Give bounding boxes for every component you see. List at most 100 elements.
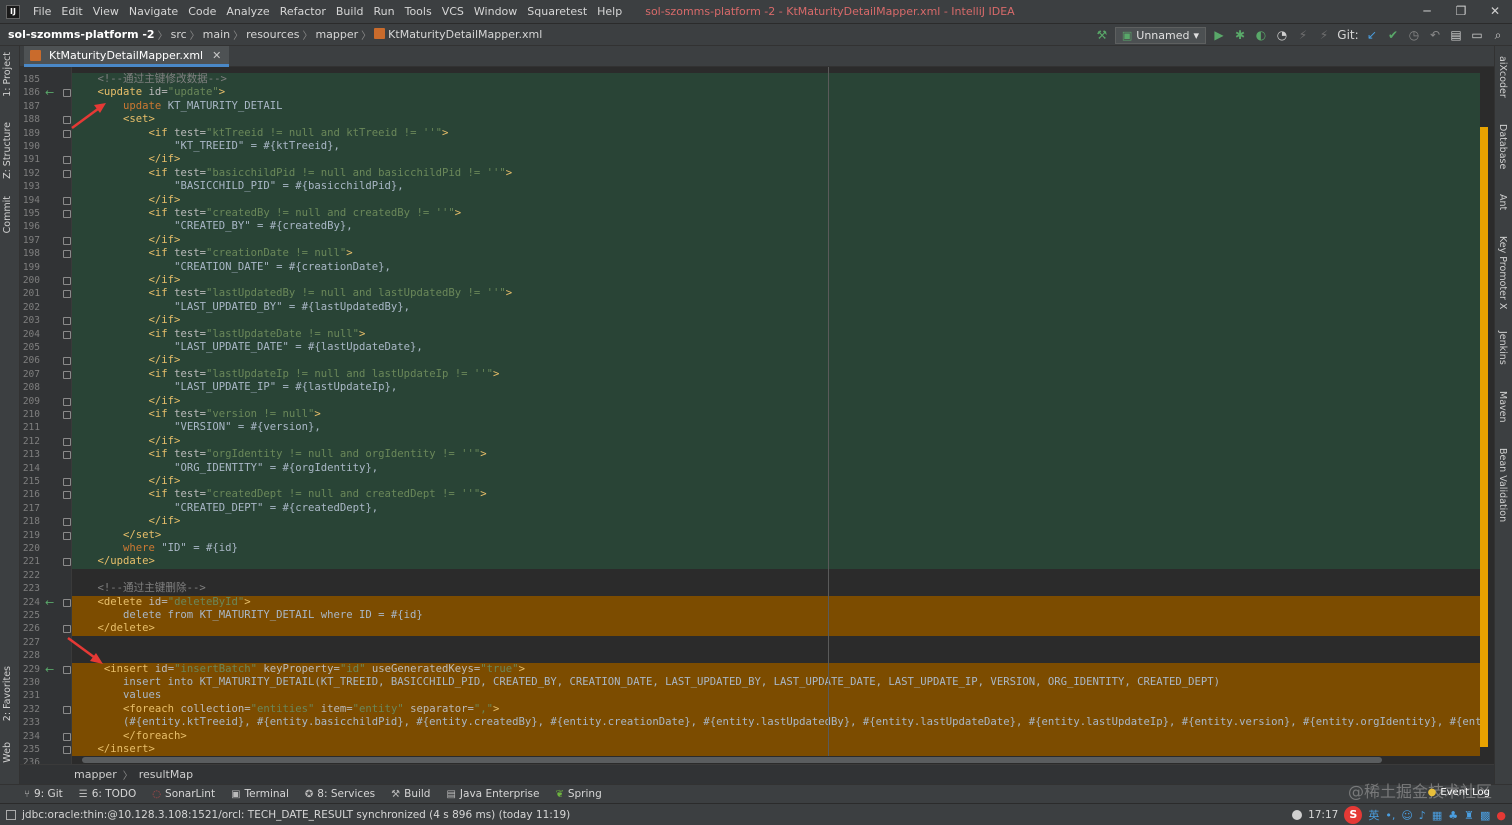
breadcrumb-main[interactable]: main (200, 28, 233, 41)
microphone-icon[interactable]: ♪ (1419, 809, 1426, 822)
keyboard-icon[interactable]: ▦ (1432, 809, 1442, 822)
menu-refactor[interactable]: Refactor (275, 5, 331, 18)
close-tab-icon[interactable]: ✕ (212, 49, 221, 62)
code-line[interactable]: "LAST_UPDATED_BY" = #{lastUpdatedBy}, (72, 300, 1480, 315)
project-tool-tab[interactable]: 1: Project (2, 52, 13, 97)
menu-code[interactable]: Code (183, 5, 221, 18)
fold-marker-icon[interactable] (63, 116, 71, 125)
code-line[interactable]: </insert> (72, 743, 1480, 757)
code-line[interactable]: </foreach> (72, 729, 1480, 743)
code-line[interactable]: <set> (72, 113, 1480, 127)
gutter-navigate-arrow-icon[interactable]: ← (45, 596, 54, 609)
code-line[interactable]: <if test="lastUpdateIp != null and lastU… (72, 367, 1480, 382)
spring-tool-button[interactable]: ❦ Spring (555, 788, 601, 800)
code-line[interactable]: <insert id="insertBatch" keyProperty="id… (72, 662, 1480, 676)
maximize-button[interactable]: ❐ (1444, 0, 1478, 24)
ime-clothes-icon[interactable]: ♜ (1464, 809, 1474, 822)
breadcrumb-project[interactable]: sol-szomms-platform -2 (0, 28, 158, 41)
code-line[interactable]: <if test="creationDate != null"> (72, 247, 1480, 261)
code-line[interactable]: <!--通过主键修改数据--> (72, 73, 1480, 87)
fold-marker-icon[interactable] (63, 491, 71, 500)
fold-marker-icon[interactable] (63, 129, 71, 138)
fold-marker-icon[interactable] (63, 236, 71, 245)
menu-squaretest[interactable]: Squaretest (522, 5, 592, 18)
fold-marker-icon[interactable] (63, 437, 71, 446)
editor-tab[interactable]: KtMaturityDetailMapper.xml ✕ (24, 46, 230, 67)
fold-marker-icon[interactable] (63, 317, 71, 326)
todo-tool-button[interactable]: ☰ 6: TODO (79, 788, 137, 800)
fold-marker-icon[interactable] (63, 598, 71, 607)
fold-marker-icon[interactable] (63, 665, 71, 674)
fold-marker-icon[interactable] (63, 746, 71, 754)
menu-edit[interactable]: Edit (56, 5, 87, 18)
web-tool-tab[interactable]: Web (2, 742, 13, 763)
code-line[interactable]: </set> (72, 528, 1480, 542)
code-line[interactable]: <if test="ktTreeid != null and ktTreeid … (72, 126, 1480, 140)
code-line[interactable] (72, 569, 1480, 582)
code-line[interactable]: </if> (72, 193, 1480, 207)
run-icon[interactable]: ▶ (1211, 27, 1227, 43)
code-line[interactable]: "VERSION" = #{version}, (72, 421, 1480, 435)
editor-breadcrumb-mapper[interactable]: mapper (74, 768, 117, 781)
vertical-scrollbar[interactable] (1480, 67, 1488, 764)
bean-validation-tool-tab[interactable]: Bean Validation (1497, 448, 1508, 522)
fold-marker-icon[interactable] (63, 89, 71, 98)
fold-marker-icon[interactable] (63, 156, 71, 165)
fold-marker-icon[interactable] (63, 478, 71, 486)
history-icon[interactable]: ◷ (1406, 27, 1422, 43)
build-hammer-icon[interactable]: ⚒ (1094, 27, 1110, 43)
rollback-icon[interactable]: ↶ (1427, 27, 1443, 43)
code-line[interactable]: <if test="orgIdentity != null and orgIde… (72, 448, 1480, 462)
code-line[interactable]: </if> (72, 233, 1480, 248)
debug-icon[interactable]: ✱ (1232, 27, 1248, 43)
run-configuration-select[interactable]: ▣ Unnamed ▾ (1114, 26, 1206, 44)
code-line[interactable]: "CREATED_DEPT" = #{createdDept}, (72, 501, 1480, 516)
gutter-navigate-arrow-icon[interactable]: ← (45, 86, 54, 99)
fold-marker-icon[interactable] (63, 625, 71, 634)
event-log-button[interactable]: ● Event Log (1428, 787, 1490, 798)
code-line[interactable]: </if> (72, 354, 1480, 368)
code-line[interactable]: <update id="update"> (72, 86, 1480, 100)
menu-vcs[interactable]: VCS (437, 5, 469, 18)
menu-analyze[interactable]: Analyze (221, 5, 274, 18)
ime-punctuation-icon[interactable]: •, (1385, 809, 1395, 822)
menu-window[interactable]: Window (469, 5, 522, 18)
ime-tools-icon[interactable]: ▩ (1480, 809, 1490, 822)
fold-marker-icon[interactable] (63, 397, 71, 406)
fold-marker-icon[interactable] (63, 705, 71, 714)
smiley-icon[interactable]: ☺ (1401, 809, 1412, 822)
code-line[interactable]: "LAST_UPDATE_DATE" = #{lastUpdateDate}, (72, 341, 1480, 355)
code-editor[interactable]: 185 186 ← 187 188 189 190 191 192 193 194 195 196 197… (20, 67, 1494, 764)
terminal-tool-button[interactable]: ▣ Terminal (231, 788, 289, 800)
code-line[interactable]: <if test="lastUpdatedBy != null and last… (72, 287, 1480, 301)
menu-run[interactable]: Run (369, 5, 400, 18)
ime-skin-icon[interactable]: ♣ (1448, 809, 1458, 822)
ant-tool-tab[interactable]: Ant (1497, 194, 1508, 210)
fold-marker-icon[interactable] (63, 531, 71, 540)
gutter-navigate-arrow-icon[interactable]: ← (45, 663, 54, 676)
code-line[interactable]: <if test="version != null"> (72, 408, 1480, 422)
code-line[interactable]: </delete> (72, 622, 1480, 636)
fold-marker-icon[interactable] (63, 411, 71, 419)
fold-marker-icon[interactable] (63, 330, 71, 339)
fold-marker-icon[interactable] (63, 370, 71, 379)
services-tool-button[interactable]: ✪ 8: Services (305, 788, 375, 800)
java-enterprise-tool-button[interactable]: ▤ Java Enterprise (446, 788, 539, 800)
code-line[interactable]: </if> (72, 434, 1480, 449)
project-structure-icon[interactable]: ▤ (1448, 27, 1464, 43)
menu-build[interactable]: Build (331, 5, 369, 18)
code-line[interactable]: "BASICCHILD_PID" = #{basicchildPid}, (72, 180, 1480, 194)
code-line[interactable]: </if> (72, 274, 1480, 288)
fold-marker-icon[interactable] (63, 451, 71, 460)
structure-tool-tab[interactable]: Z: Structure (2, 122, 13, 179)
git-tool-button[interactable]: ⑂ 9: Git (24, 788, 63, 800)
git-update-icon[interactable]: ↙ (1364, 27, 1380, 43)
breadcrumb-file[interactable]: KtMaturityDetailMapper.xml (371, 28, 545, 41)
code-line[interactable]: delete from KT_MATURITY_DETAIL where ID … (72, 609, 1480, 623)
fold-marker-icon[interactable] (63, 558, 71, 567)
key-promoter-tool-tab[interactable]: Key Promoter X (1497, 236, 1508, 309)
editor-breadcrumb-resultmap[interactable]: resultMap (139, 768, 193, 781)
breadcrumb-src[interactable]: src (168, 28, 190, 41)
breadcrumb-mapper[interactable]: mapper (312, 28, 361, 41)
code-line[interactable]: <if test="createdDept != null and create… (72, 488, 1480, 502)
